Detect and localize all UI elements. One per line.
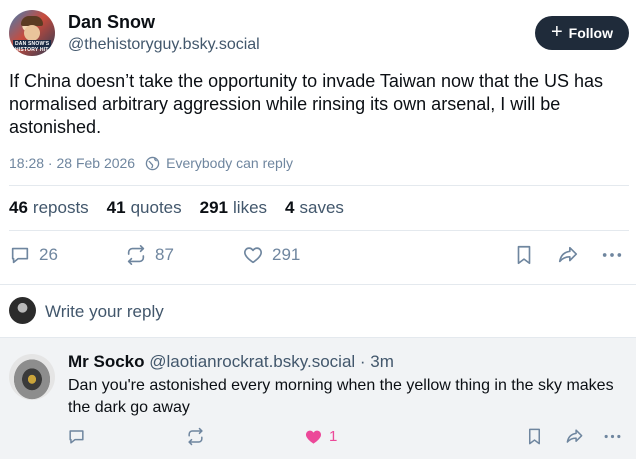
stat-quotes[interactable]: 41 quotes — [107, 198, 182, 218]
reply-header: Mr Socko @laotianrockrat.bsky.social · 3… — [68, 352, 394, 372]
bookmark-button[interactable] — [513, 244, 535, 266]
heart-icon — [242, 244, 264, 266]
reply-more-options-button[interactable] — [603, 427, 622, 446]
more-options-button[interactable] — [601, 244, 623, 266]
share-icon — [564, 427, 585, 446]
repost-icon — [186, 427, 205, 446]
heart-filled-icon — [304, 427, 323, 446]
post-meta: 18:28 · 28 Feb 2026 Everybody can reply — [9, 155, 293, 171]
reply-reply-button[interactable] — [67, 427, 86, 446]
current-user-avatar — [9, 297, 36, 324]
author-avatar[interactable]: DAN SNOW'S HISTORY HIT — [9, 10, 55, 56]
reply-icon — [67, 427, 86, 446]
reply-like-count: 1 — [329, 428, 338, 445]
reply-like-button[interactable]: 1 — [304, 427, 337, 446]
post-timestamp[interactable]: 18:28 · 28 Feb 2026 — [9, 155, 135, 171]
author-handle[interactable]: @thehistoryguy.bsky.social — [68, 36, 260, 54]
reply-post[interactable]: Mr Socko @laotianrockrat.bsky.social · 3… — [0, 338, 636, 459]
reposts-label: reposts — [32, 198, 89, 217]
repost-button[interactable]: 87 — [125, 244, 174, 266]
author-name[interactable]: Dan Snow — [68, 12, 155, 33]
share-icon — [556, 244, 580, 266]
like-button[interactable]: 291 — [242, 244, 300, 266]
reply-actions: 1 — [0, 427, 636, 447]
reply-count: 26 — [39, 245, 58, 264]
repost-icon — [125, 244, 147, 266]
likes-count: 291 — [199, 198, 229, 217]
bookmark-icon — [525, 427, 544, 446]
reply-author-handle[interactable]: @laotianrockrat.bsky.social — [149, 352, 355, 371]
reposts-count: 46 — [9, 198, 28, 217]
reply-input-placeholder[interactable]: Write your reply — [45, 302, 164, 322]
stat-reposts[interactable]: 46 reposts — [9, 198, 89, 218]
ellipsis-icon — [603, 427, 622, 446]
reply-share-button[interactable] — [564, 427, 585, 446]
divider — [9, 230, 629, 231]
quotes-count: 41 — [106, 198, 126, 217]
reply-button[interactable]: 26 — [9, 244, 58, 266]
follow-label: Follow — [568, 25, 613, 41]
stat-saves[interactable]: 4 saves — [285, 198, 344, 218]
divider — [9, 185, 629, 186]
ellipsis-icon — [601, 244, 623, 266]
reply-composer[interactable]: Write your reply — [0, 285, 636, 337]
repost-count: 87 — [155, 245, 174, 264]
share-button[interactable] — [556, 244, 580, 266]
globe-icon — [145, 156, 160, 171]
post-actions: 26 87 291 — [0, 244, 636, 270]
reply-author-name[interactable]: Mr Socko — [68, 352, 145, 371]
follow-button[interactable]: + Follow — [535, 16, 629, 50]
likes-label: likes — [233, 198, 268, 217]
reply-time: · 3m — [359, 352, 394, 371]
bookmark-icon — [513, 244, 535, 266]
avatar-logo-text: DAN SNOW'S HISTORY HIT — [15, 41, 50, 53]
saves-count: 4 — [285, 198, 295, 217]
quotes-label: quotes — [130, 198, 182, 217]
reply-bookmark-button[interactable] — [525, 427, 544, 446]
like-count: 291 — [272, 245, 301, 264]
saves-label: saves — [299, 198, 344, 217]
reply-author-avatar[interactable] — [9, 354, 55, 400]
plus-icon: + — [550, 21, 563, 43]
post-text: If China doesn’t take the opportunity to… — [9, 71, 604, 137]
reply-icon — [9, 244, 31, 266]
stat-likes[interactable]: 291 likes — [200, 198, 267, 218]
reply-repost-button[interactable] — [186, 427, 205, 446]
post-stats: 46 reposts 41 quotes 291 likes 4 saves — [9, 198, 344, 218]
reply-text: Dan you're astonished every morning when… — [68, 377, 614, 416]
reply-setting[interactable]: Everybody can reply — [166, 155, 293, 171]
avatar-face-graphic — [24, 25, 40, 41]
